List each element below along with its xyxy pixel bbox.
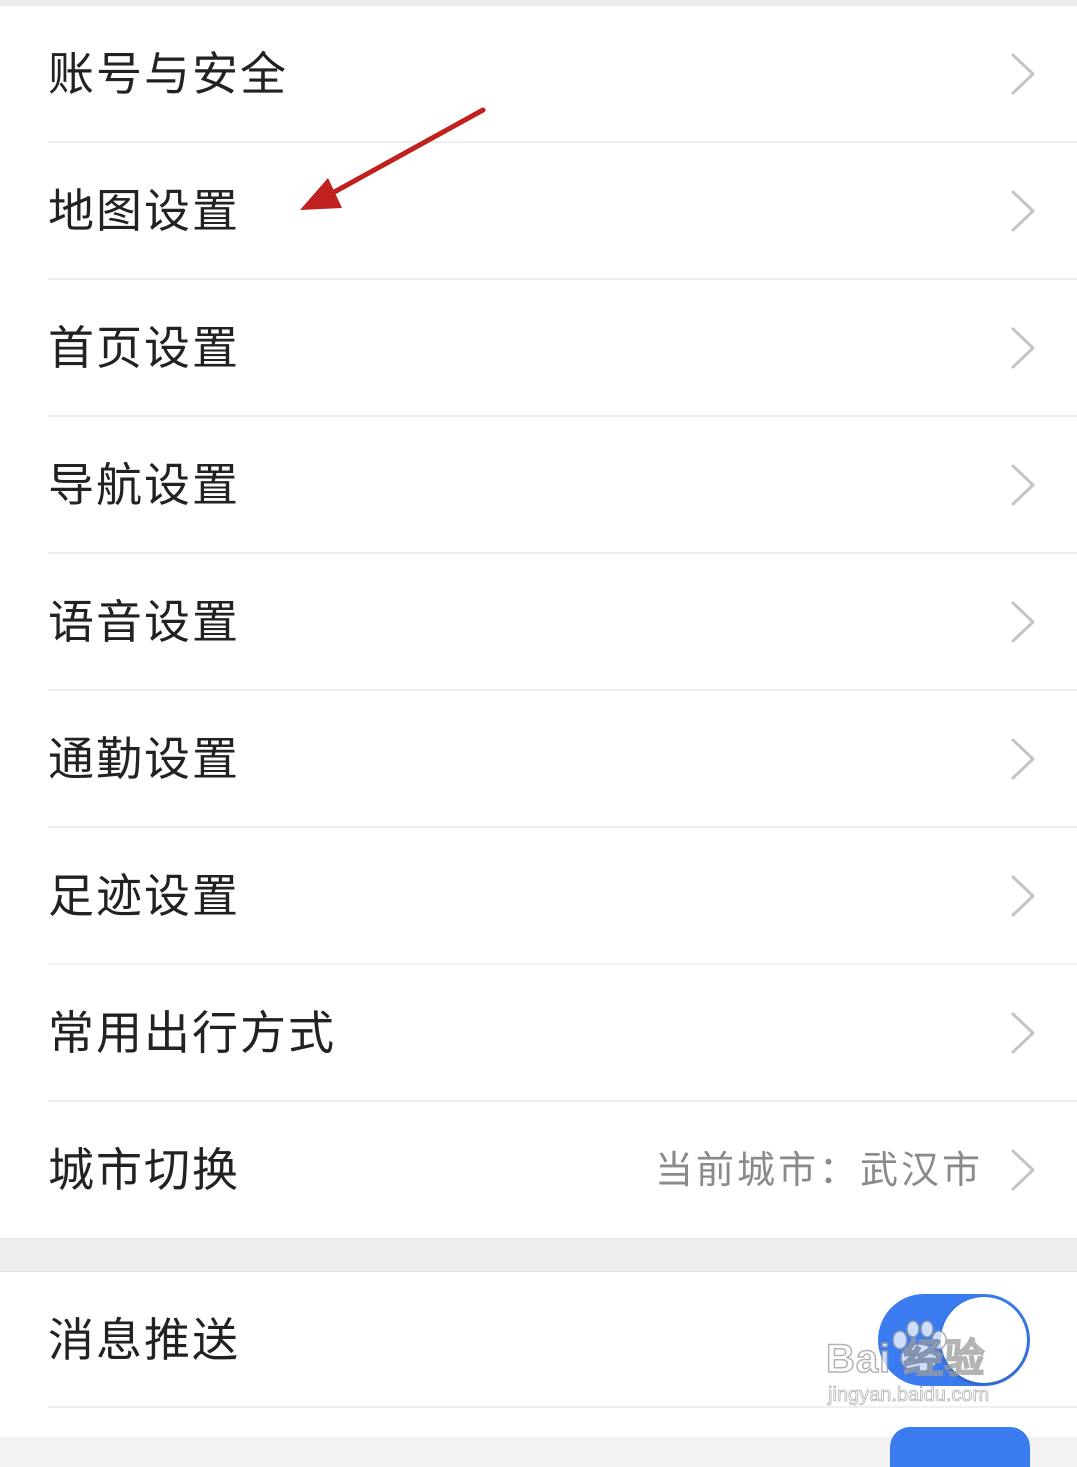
settings-item-label: 通勤设置 — [48, 732, 240, 786]
next-toggle[interactable] — [890, 1427, 1030, 1467]
settings-item-city-switch[interactable]: 城市切换 当前城市：武汉市 — [0, 1102, 1077, 1239]
settings-item-label: 常用出行方式 — [48, 1006, 336, 1060]
chevron-right-icon — [1009, 737, 1037, 781]
chevron-right-icon — [1009, 1011, 1037, 1055]
settings-item-label: 账号与安全 — [48, 47, 288, 101]
settings-group: 账号与安全 地图设置 首页设置 导航设置 语音设置 通勤设置 足迹设置 常用出行… — [0, 6, 1077, 1238]
settings-item-label: 地图设置 — [48, 184, 240, 238]
settings-item-commute-settings[interactable]: 通勤设置 — [0, 691, 1077, 828]
settings-item-label: 语音设置 — [48, 595, 240, 649]
chevron-right-icon — [1009, 874, 1037, 918]
section-separator — [0, 1238, 1077, 1272]
watermark-url: jingyan.baidu.com — [828, 1384, 990, 1407]
chevron-right-icon — [1009, 326, 1037, 370]
chevron-right-icon — [1009, 1148, 1037, 1192]
settings-item-label: 城市切换 — [48, 1143, 240, 1197]
settings-item-label: 首页设置 — [48, 321, 240, 375]
settings-item-home-settings[interactable]: 首页设置 — [0, 280, 1077, 417]
baidu-jingyan-watermark: Bai 经验 jingyan.baidu.com — [822, 1316, 1022, 1416]
settings-item-label: 足迹设置 — [48, 869, 240, 923]
settings-item-label: 消息推送 — [48, 1313, 240, 1367]
settings-item-voice-settings[interactable]: 语音设置 — [0, 554, 1077, 691]
settings-item-navigation-settings[interactable]: 导航设置 — [0, 417, 1077, 554]
settings-item-account-security[interactable]: 账号与安全 — [0, 6, 1077, 143]
settings-item-map-settings[interactable]: 地图设置 — [0, 143, 1077, 280]
current-city-value: 当前城市：武汉市 — [654, 1148, 983, 1192]
settings-item-footprint-settings[interactable]: 足迹设置 — [0, 828, 1077, 965]
chevron-right-icon — [1009, 463, 1037, 507]
chevron-right-icon — [1009, 189, 1037, 233]
settings-item-travel-mode[interactable]: 常用出行方式 — [0, 965, 1077, 1102]
chevron-right-icon — [1009, 52, 1037, 96]
chevron-right-icon — [1009, 600, 1037, 644]
watermark-brand: Bai 经验 — [825, 1336, 986, 1382]
settings-item-label: 导航设置 — [48, 458, 240, 512]
red-arrow-annotation — [290, 100, 490, 224]
